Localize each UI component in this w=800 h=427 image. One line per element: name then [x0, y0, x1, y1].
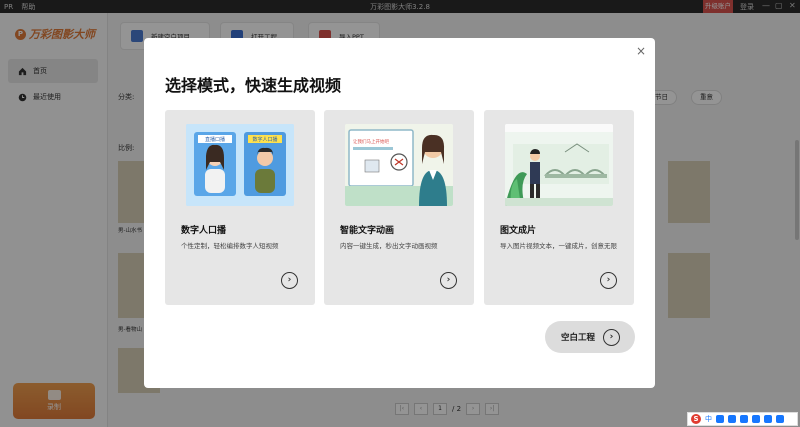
image-text-illustration: [505, 124, 613, 206]
close-icon[interactable]: ×: [636, 45, 646, 57]
text-animation-illustration: 让我们马上开始吧: [345, 124, 453, 206]
card-title: 数字人口播: [181, 226, 227, 236]
card-title: 智能文字动画: [340, 226, 395, 236]
keyboard-icon[interactable]: [740, 415, 748, 423]
card-description: 导入图片视频文本，一键成片，创意无限: [500, 242, 617, 250]
blank-project-label: 空白工程: [561, 333, 596, 343]
arrow-right-icon[interactable]: ›: [600, 272, 617, 289]
blank-project-button[interactable]: 空白工程 ›: [545, 321, 635, 353]
arrow-right-icon: ›: [603, 328, 621, 346]
mode-card-image-text[interactable]: 图文成片 导入图片视频文本，一键成片，创意无限 ›: [484, 110, 634, 305]
microphone-icon[interactable]: [728, 415, 736, 423]
card-art-label-b: 数字人口播: [252, 136, 277, 143]
mode-select-dialog: × 选择模式，快速生成视频 直播口播 数字人口播 数字人口播 个性定制，轻松编排…: [144, 38, 655, 388]
card-title: 图文成片: [500, 226, 537, 236]
menu-icon[interactable]: [776, 415, 784, 423]
card-art-label-a: 直播口播: [205, 136, 225, 143]
arrow-right-icon[interactable]: ›: [440, 272, 457, 289]
ime-language[interactable]: 中: [705, 414, 712, 424]
ime-toolbar: S 中: [687, 412, 798, 426]
toolbox-icon[interactable]: [764, 415, 772, 423]
mode-card-text-animation[interactable]: 让我们马上开始吧 智能文字动画 内容一键生成，秒出文字动画视频 ›: [324, 110, 474, 305]
arrow-right-icon[interactable]: ›: [281, 272, 298, 289]
punctuation-icon[interactable]: [716, 415, 724, 423]
dialog-title: 选择模式，快速生成视频: [165, 76, 342, 95]
skin-icon[interactable]: [752, 415, 760, 423]
card-description: 个性定制，轻松编排数字人短视频: [181, 242, 279, 250]
sogou-icon[interactable]: S: [691, 414, 701, 424]
card-description: 内容一键生成，秒出文字动画视频: [340, 242, 438, 250]
digital-human-illustration: 直播口播 数字人口播: [186, 124, 294, 206]
mode-card-digital-human[interactable]: 直播口播 数字人口播 数字人口播 个性定制，轻松编排数字人短视频 ›: [165, 110, 315, 305]
card-art-label-a: 让我们马上开始吧: [353, 138, 389, 145]
